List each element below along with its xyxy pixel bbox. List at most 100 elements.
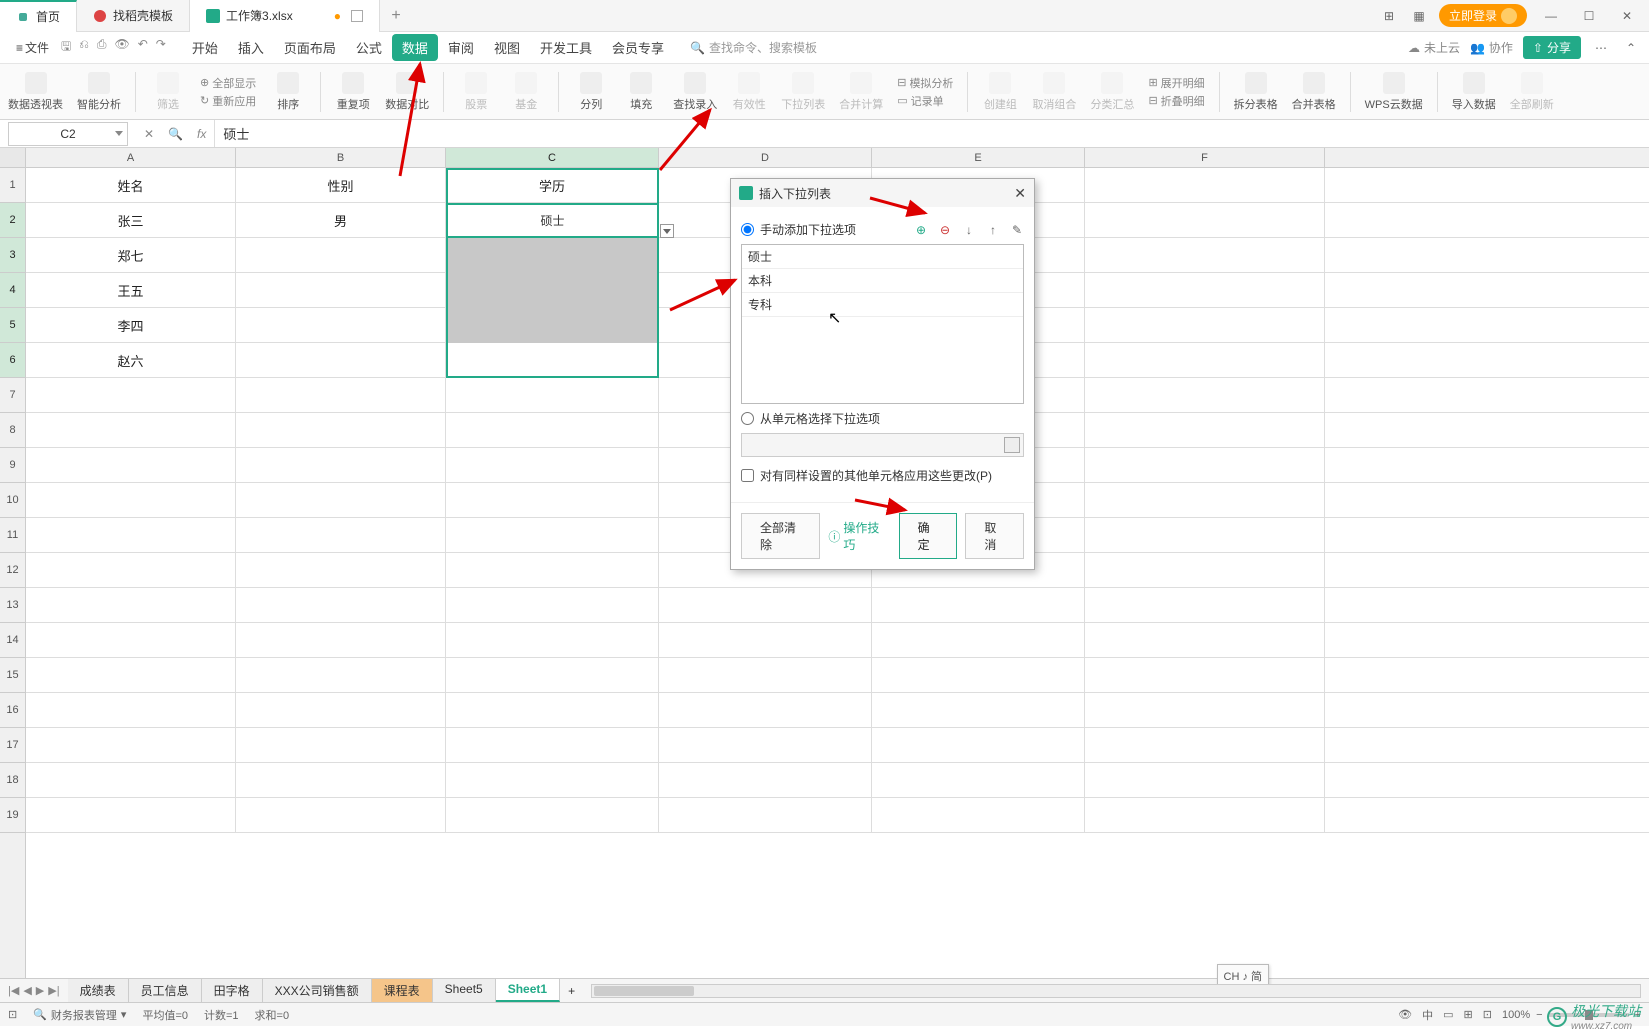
ribbon-dropdown[interactable]: 下拉列表 [781,72,825,112]
cell[interactable] [26,413,236,447]
cell[interactable] [236,483,446,517]
cell[interactable] [26,553,236,587]
sheet-prev-icon[interactable]: ◀ [23,984,31,997]
cell[interactable]: 郑七 [26,238,236,272]
col-header-C[interactable]: C [446,148,659,167]
cancel-button[interactable]: 取消 [965,513,1024,559]
move-down-icon[interactable]: ↓ [962,223,976,237]
row-header-3[interactable]: 3 [0,238,25,273]
cell[interactable] [1085,693,1325,727]
row-header-18[interactable]: 18 [0,763,25,798]
cell[interactable] [1085,763,1325,797]
cell[interactable] [236,693,446,727]
cell[interactable] [1085,168,1325,202]
cell[interactable] [1085,343,1325,377]
cell[interactable] [26,728,236,762]
menu-tab-8[interactable]: 会员专享 [602,34,674,61]
apply-checkbox[interactable] [741,469,754,482]
cell[interactable] [26,448,236,482]
cell[interactable] [236,343,446,377]
formula-input[interactable]: 硕士 [214,120,1649,147]
collapse-opt[interactable]: ⊟ 折叠明细 [1148,93,1204,109]
sheet-tab-6[interactable]: Sheet1 [496,979,560,1002]
cell[interactable] [1085,728,1325,762]
cell[interactable] [659,623,872,657]
cell[interactable] [446,693,659,727]
row-header-7[interactable]: 7 [0,378,25,413]
ribbon-filter[interactable]: 筛选 [150,72,186,112]
ribbon-mergetbl[interactable]: 合并表格 [1292,72,1336,112]
sheet-next-icon[interactable]: ▶ [36,984,44,997]
col-header-E[interactable]: E [872,148,1085,167]
row-header-1[interactable]: 1 [0,168,25,203]
cell[interactable] [236,798,446,832]
fx-cancel-icon[interactable]: ✕ [144,127,154,141]
cell[interactable] [236,413,446,447]
cell[interactable] [1085,798,1325,832]
cell[interactable] [446,343,659,377]
cell[interactable] [1085,553,1325,587]
ribbon-splittbl[interactable]: 拆分表格 [1234,72,1278,112]
menu-tab-6[interactable]: 视图 [484,34,530,61]
preview-icon[interactable]: 👁 [114,37,129,58]
cell[interactable] [26,693,236,727]
active-cell[interactable]: 硕士 [446,203,659,238]
tips-link[interactable]: ⓘ 操作技巧 [828,519,882,553]
cell[interactable] [1085,273,1325,307]
command-search[interactable]: 🔍 查找命令、搜索模板 [690,39,817,56]
view-normal-icon[interactable]: ▭ [1443,1008,1453,1021]
cell[interactable] [659,693,872,727]
cell[interactable] [1085,518,1325,552]
ribbon-fill[interactable]: 填充 [623,72,659,112]
cell[interactable] [446,728,659,762]
row-header-11[interactable]: 11 [0,518,25,553]
row-header-13[interactable]: 13 [0,588,25,623]
radio-range[interactable] [741,412,754,425]
range-select-icon[interactable] [1004,437,1020,453]
cell[interactable] [26,623,236,657]
reapply-opt[interactable]: ↻ 重新应用 [200,93,256,109]
ribbon-consol[interactable]: 合并计算 [839,72,883,112]
select-all-corner[interactable] [0,148,25,168]
ribbon-refresh[interactable]: 全部刷新 [1510,72,1554,112]
cell[interactable] [26,798,236,832]
sheet-last-icon[interactable]: ▶| [48,984,59,997]
zoom-out-button[interactable]: − [1536,1009,1542,1021]
record-opt[interactable]: ▭ 记录单 [897,93,953,109]
cell[interactable] [872,693,1085,727]
ribbon-split[interactable]: 分列 [573,72,609,112]
cell[interactable] [236,553,446,587]
cell[interactable] [1085,308,1325,342]
row-header-8[interactable]: 8 [0,413,25,448]
save-icon[interactable]: 🖫 [61,37,71,58]
cell[interactable] [1085,483,1325,517]
file-menu[interactable]: ≡ 文件 [8,35,57,60]
sheet-tab-5[interactable]: Sheet5 [433,979,496,1002]
tab-home[interactable]: 首页 [0,0,77,32]
dialog-close-button[interactable]: ✕ [1014,185,1026,202]
cloud-status[interactable]: ☁ 未上云 [1408,39,1460,56]
cell[interactable] [1085,413,1325,447]
horizontal-scrollbar[interactable] [591,984,1641,998]
cell[interactable]: 性别 [236,168,446,202]
ribbon-stock[interactable]: 股票 [458,72,494,112]
cell[interactable] [446,798,659,832]
list-item[interactable]: 本科 [742,269,1023,293]
move-up-icon[interactable]: ↑ [986,223,1000,237]
cell[interactable]: 李四 [26,308,236,342]
sheet-first-icon[interactable]: |◀ [8,984,19,997]
ribbon-pivot[interactable]: 数据透视表 [8,72,63,112]
ribbon-compare[interactable]: 数据对比 [385,72,429,112]
cell[interactable] [1085,588,1325,622]
ok-button[interactable]: 确定 [899,513,958,559]
cell[interactable] [236,763,446,797]
col-header-B[interactable]: B [236,148,446,167]
sheet-tab-2[interactable]: 田字格 [202,979,263,1002]
ribbon-subtotal[interactable]: 分类汇总 [1090,72,1134,112]
cell[interactable]: 姓名 [26,168,236,202]
share-button[interactable]: ⇧ 分享 [1523,36,1581,59]
menu-tab-4[interactable]: 数据 [392,34,438,61]
menu-tab-3[interactable]: 公式 [346,34,392,61]
sheet-tab-3[interactable]: XXX公司销售额 [263,979,372,1002]
cell[interactable] [446,448,659,482]
